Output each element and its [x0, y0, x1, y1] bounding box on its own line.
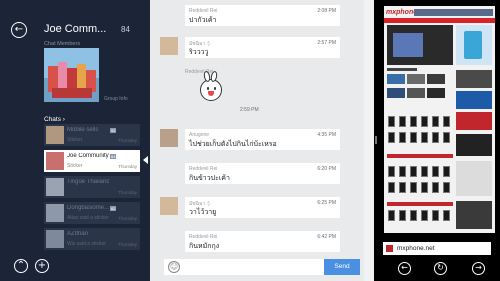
- chats-heading[interactable]: Chats ›: [44, 116, 65, 123]
- chat-list-item[interactable]: Tingoe Thailand Thursday: [44, 176, 140, 198]
- back-button[interactable]: ←: [11, 22, 27, 38]
- chat-list-item[interactable]: Dongbasiome... 62 Atlas said a sticker T…: [44, 202, 140, 224]
- chat-name: Joe Community: [67, 153, 109, 159]
- message-time: 4:35 PM: [317, 132, 336, 138]
- forward-arrow-icon: →: [475, 263, 482, 272]
- message-time: 2:57 PM: [317, 40, 336, 46]
- chat-date: Thursday: [118, 242, 137, 247]
- message-time: 6:42 PM: [317, 234, 336, 240]
- browser-refresh-button[interactable]: ↻: [434, 262, 447, 275]
- address-text: mxphone.net: [397, 245, 435, 252]
- chat-list-item[interactable]: AZIthan Wiz said a sticker Thursday: [44, 228, 140, 250]
- browser-back-button[interactable]: ←: [398, 262, 411, 275]
- chat-avatar: [46, 178, 64, 196]
- message-sender: Reddevil Rei: [189, 234, 218, 240]
- message-bubble: มัชฉิมา :) วาไว้วายู 6:25 PM: [185, 197, 340, 218]
- member-count-badge: 84: [110, 154, 117, 159]
- chat-preview: Atlas said a sticker: [67, 215, 109, 221]
- chat-name: Tingoe Thailand: [67, 179, 109, 185]
- message-bubble: มัชฉิมา :) ริววววู 2:57 PM: [185, 37, 340, 58]
- back-arrow-icon: ←: [14, 24, 24, 35]
- site-logo[interactable]: mxphone: [386, 9, 417, 16]
- message-bubble: Anugone ไปช่วยเก็บตังไปกินไก่บ้ะเหรอ 4:3…: [185, 129, 340, 150]
- site-nav-bar[interactable]: [384, 18, 495, 23]
- message-text: กินข้าวปะเค้า: [189, 175, 230, 182]
- scroll-gutter[interactable]: [364, 0, 374, 281]
- chat-preview: Sticker: [67, 163, 83, 169]
- message-time: 2:08 PM: [317, 8, 336, 14]
- chat-preview: Wiz said a sticker: [67, 241, 106, 247]
- message-sender: Reddevil Rei: [189, 8, 218, 14]
- chat-members-link[interactable]: Chat Members: [44, 41, 80, 47]
- message-text: ไปช่วยเก็บตังไปกินไก่บ้ะเหรอ: [189, 141, 277, 148]
- sticker-message: Reddevil Rei 2:59 PM: [160, 69, 340, 117]
- add-chat-button[interactable]: +: [35, 259, 49, 273]
- active-chat-pointer: [143, 156, 148, 164]
- group-info-link[interactable]: Group Info: [104, 96, 128, 102]
- plus-icon: +: [37, 260, 47, 271]
- chat-list-item[interactable]: Mobile sells 92 Sticker Thursday: [44, 124, 140, 146]
- message-sender: Anugone: [189, 132, 210, 138]
- browser-pane: mxphone mxphone.net ← ↻ →: [378, 0, 500, 281]
- chat-avatar: [46, 204, 64, 222]
- chat-date: Thursday: [118, 216, 137, 221]
- chat-preview: Sticker: [67, 137, 83, 143]
- message-bubble: Reddevil Rei กินข้าวปะเค้า 6:20 PM: [185, 163, 340, 184]
- ad-banner[interactable]: [456, 25, 492, 65]
- message-time: 6:20 PM: [317, 166, 336, 172]
- message-text: ริววววู: [189, 49, 209, 56]
- message-bubble: Reddevil Rei ปากัวเค้า 2:08 PM: [185, 5, 340, 26]
- bunny-sticker-icon: [200, 70, 222, 101]
- chat-date: Thursday: [118, 138, 137, 143]
- refresh-icon: ↻: [437, 263, 444, 272]
- group-photo[interactable]: [44, 48, 99, 102]
- message-time: 6:25 PM: [317, 200, 336, 206]
- chat-list-item-active[interactable]: Joe Community 84 Sticker Thursday: [44, 150, 140, 172]
- chat-date: Thursday: [118, 164, 137, 169]
- chat-avatar: [46, 126, 64, 144]
- site-favicon: [386, 245, 393, 252]
- chat-title: Joe Comm...: [44, 23, 107, 35]
- message-time: 2:59 PM: [240, 107, 259, 113]
- sender-avatar[interactable]: [160, 37, 178, 55]
- sender-avatar[interactable]: [160, 129, 178, 147]
- send-button[interactable]: Send: [324, 259, 360, 275]
- chat-name: Mobile sells: [67, 127, 99, 133]
- scroll-up-button[interactable]: ⌃: [14, 259, 28, 273]
- message-text: วาไว้วายู: [189, 209, 217, 216]
- member-count: 84: [121, 25, 130, 34]
- hero-video[interactable]: [387, 25, 453, 65]
- browser-forward-button[interactable]: →: [472, 262, 485, 275]
- chat-name: AZIthan: [67, 231, 89, 237]
- chat-conversation: Reddevil Rei ปากัวเค้า 2:08 PM มัชฉิมา :…: [150, 0, 374, 281]
- member-count-badge: 92: [110, 128, 117, 133]
- message-text: กินหมักกุง: [189, 243, 220, 250]
- smiley-icon[interactable]: ☺: [168, 261, 180, 273]
- chat-avatar: [46, 230, 64, 248]
- webpage-view[interactable]: mxphone: [384, 6, 495, 233]
- divider-grip[interactable]: [375, 136, 377, 144]
- chat-date: Thursday: [118, 190, 137, 195]
- chevron-up-icon: ⌃: [16, 260, 26, 271]
- chat-avatar: [46, 152, 64, 170]
- back-arrow-icon: ←: [401, 263, 408, 272]
- message-text: ปากัวเค้า: [189, 17, 217, 24]
- sender-avatar[interactable]: [160, 197, 178, 215]
- chat-name: Dongbasiome...: [67, 205, 109, 211]
- message-compose-bar[interactable]: ☺ Send: [164, 259, 360, 275]
- site-banner: [414, 9, 493, 16]
- message-bubble: Reddevil Rei กินหมักกุง 6:42 PM: [185, 231, 340, 252]
- address-bar[interactable]: mxphone.net: [383, 242, 491, 255]
- chat-sidebar: ← Joe Comm... 84 Chat Members Group Info…: [0, 0, 150, 281]
- message-sender: Reddevil Rei: [189, 166, 218, 172]
- member-count-badge: 62: [110, 206, 117, 211]
